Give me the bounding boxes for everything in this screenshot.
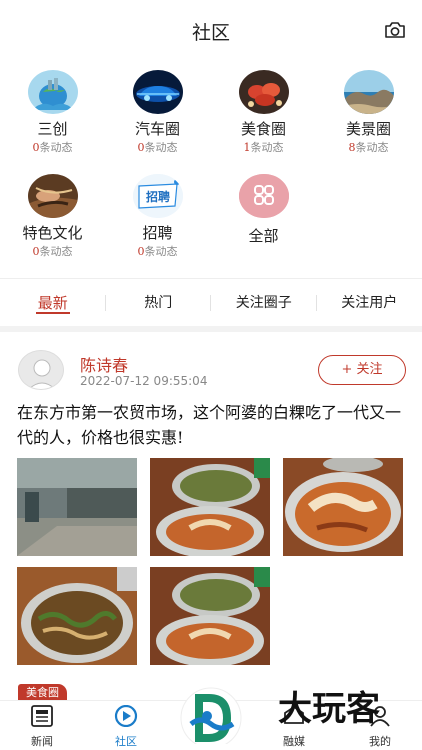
car-image — [132, 70, 183, 114]
media-icon — [284, 705, 304, 724]
nav-label: 新闻 — [31, 735, 53, 748]
nav-community[interactable]: 社区 — [84, 701, 168, 750]
svg-text:招聘: 招聘 — [145, 189, 169, 204]
news-icon — [31, 705, 53, 727]
food-closeup-photo[interactable] — [283, 458, 403, 556]
tab-followed-users[interactable]: 关注用户 — [317, 280, 422, 326]
seafood-image — [238, 70, 289, 114]
circle-item-culture[interactable]: 特色文化 0条动态 — [0, 174, 105, 258]
nav-label: 我的 — [369, 735, 391, 748]
community-icon — [114, 705, 138, 727]
circle-count: 0条动态 — [137, 245, 178, 258]
page-title: 社区 — [191, 22, 230, 44]
nav-media[interactable]: 融媒 — [252, 701, 336, 750]
section-gap — [0, 326, 422, 332]
circle-name: 三创 — [37, 120, 68, 138]
post-photos — [17, 458, 407, 668]
circle-count: 8条动态 — [348, 141, 389, 154]
circle-item-sanchuang[interactable]: 三创 0条动态 — [0, 70, 105, 154]
header-bar: 社区 — [0, 0, 422, 60]
tab-followed-circles[interactable]: 关注圈子 — [211, 280, 317, 326]
app-logo[interactable] — [177, 684, 245, 744]
circle-item-recruit[interactable]: 招聘 招聘 0条动态 — [105, 174, 210, 258]
avatar[interactable] — [18, 350, 64, 390]
circle-count: 0条动态 — [137, 141, 178, 154]
circle-item-scenery[interactable]: 美景圈 8条动态 — [316, 70, 421, 154]
post-time: 2022-07-12 09:55:04 — [80, 374, 208, 388]
nav-news[interactable]: 新闻 — [0, 701, 84, 750]
circle-name: 美景圈 — [345, 120, 391, 138]
circle-name: 招聘 — [142, 224, 173, 242]
market-photo[interactable] — [17, 458, 137, 556]
circle-item-all[interactable]: 全部 — [211, 174, 316, 245]
tab-hot[interactable]: 热门 — [106, 280, 211, 326]
nav-label: 融媒 — [283, 735, 305, 748]
nav-label: 社区 — [115, 735, 137, 748]
post-text: 在东方市第一农贸市场，这个阿婆的白粿吃了一代又一代的人，价格也很实惠! — [17, 403, 402, 447]
circle-item-car[interactable]: 汽车圈 0条动态 — [105, 70, 210, 154]
camera-icon[interactable] — [384, 21, 406, 39]
circle-name: 全部 — [248, 227, 279, 245]
circle-count: 0条动态 — [32, 141, 73, 154]
earth-hands-image — [27, 70, 78, 114]
circle-count: 0条动态 — [32, 245, 73, 258]
circle-item-food[interactable]: 美食圈 1条动态 — [211, 70, 316, 154]
circle-name: 美食圈 — [240, 120, 286, 138]
recruit-image: 招聘 — [132, 174, 183, 218]
food-photo-2[interactable] — [150, 567, 270, 665]
noodles-photo[interactable] — [17, 567, 137, 665]
section-divider — [0, 278, 422, 279]
profile-icon — [370, 706, 390, 727]
food-photo[interactable] — [150, 458, 270, 556]
feed-tabs: 最新 热门 关注圈子 关注用户 — [0, 280, 422, 326]
nav-profile[interactable]: 我的 — [338, 701, 422, 750]
circle-name: 特色文化 — [22, 224, 83, 242]
tab-latest[interactable]: 最新 — [0, 280, 106, 326]
circle-count: 1条动态 — [243, 141, 284, 154]
post-author[interactable]: 陈诗春 — [80, 352, 128, 376]
circle-name: 汽车圈 — [134, 120, 180, 138]
craft-image — [27, 174, 78, 218]
follow-button[interactable]: + 关注 — [318, 355, 406, 385]
all-grid-icon — [238, 174, 289, 218]
circle-grid: 三创 0条动态 汽车圈 0条动态 美食圈 1条动态 美景圈 8条动态 特色文化 … — [0, 60, 422, 278]
coast-image — [343, 70, 394, 114]
